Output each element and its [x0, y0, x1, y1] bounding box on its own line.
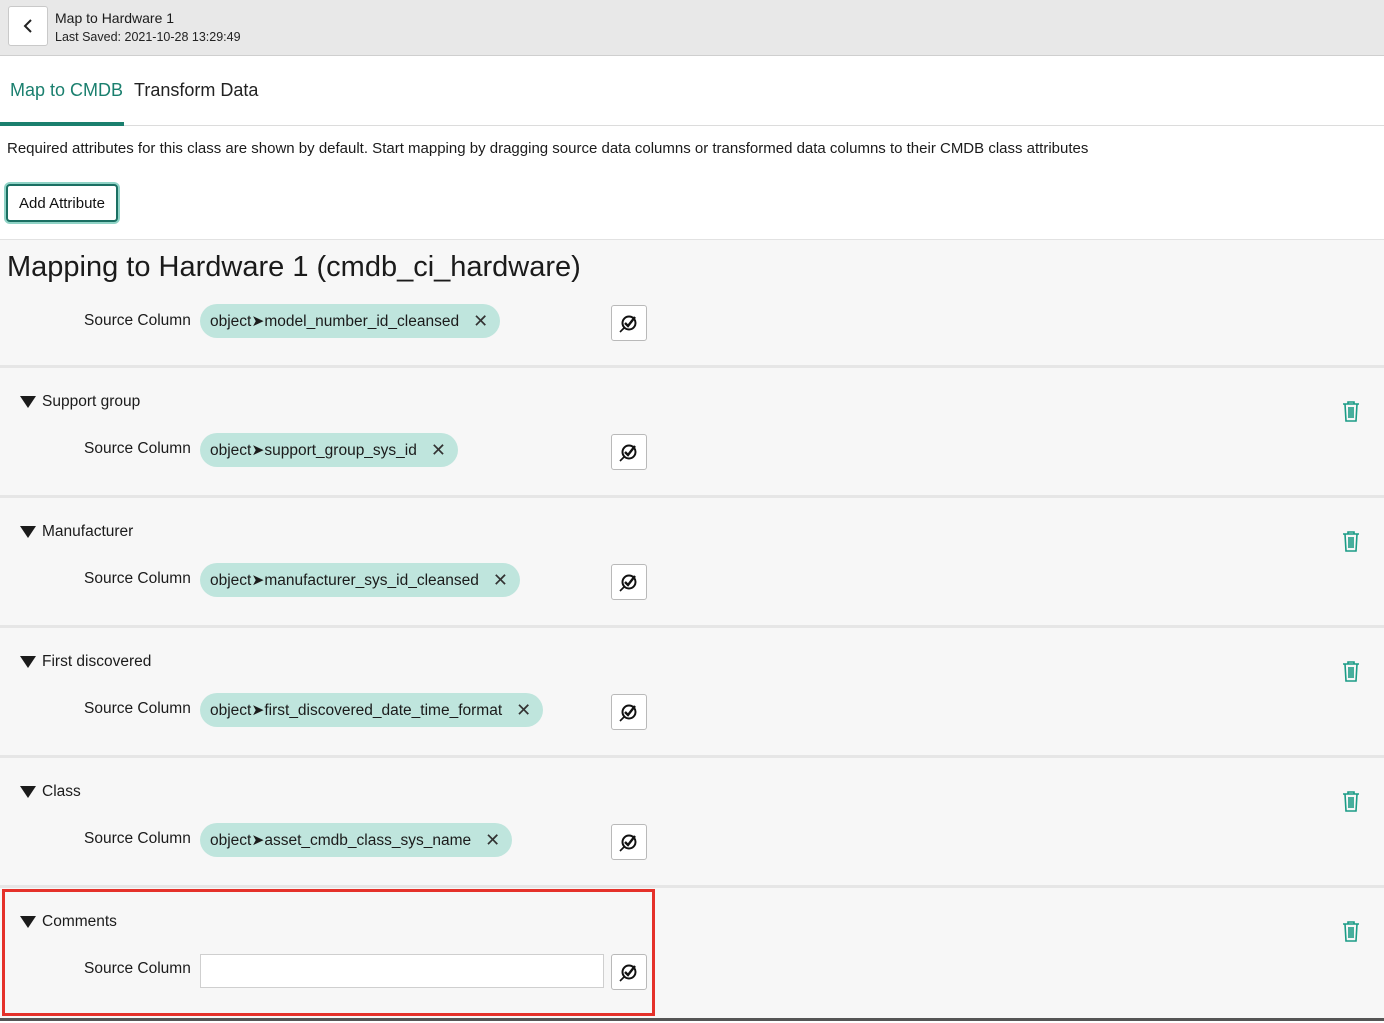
transform-map-icon — [619, 315, 637, 333]
source-column-chip[interactable]: object➤support_group_sys_id ✕ — [200, 433, 458, 467]
trash-icon[interactable] — [1341, 530, 1361, 552]
attribute-row: Source Column object➤model_number_id_cle… — [0, 300, 1384, 368]
collapse-triangle-icon[interactable] — [20, 526, 36, 538]
chip-value: object➤first_discovered_date_time_format — [210, 701, 503, 719]
bottom-divider — [0, 1018, 1384, 1021]
remove-x-icon[interactable]: ✕ — [485, 830, 500, 851]
source-column-chip[interactable]: object➤first_discovered_date_time_format… — [200, 693, 544, 727]
remove-x-icon[interactable]: ✕ — [431, 440, 446, 461]
collapse-triangle-icon[interactable] — [20, 916, 36, 928]
transform-map-icon — [619, 574, 637, 592]
trash-icon[interactable] — [1341, 660, 1361, 682]
add-attribute-button[interactable]: Add Attribute — [6, 184, 118, 222]
source-column-chip[interactable]: object➤manufacturer_sys_id_cleansed ✕ — [200, 563, 520, 597]
source-column-label: Source Column — [84, 700, 191, 717]
back-button[interactable] — [8, 6, 48, 46]
transform-map-button[interactable] — [611, 824, 647, 860]
transform-map-button[interactable] — [611, 305, 647, 341]
instruction-text: Required attributes for this class are s… — [7, 140, 1089, 157]
source-column-drop-field[interactable] — [200, 954, 604, 988]
source-column-label: Source Column — [84, 960, 191, 977]
source-column-label: Source Column — [84, 440, 191, 457]
transform-map-button[interactable] — [611, 434, 647, 470]
page-title: Map to Hardware 1 — [55, 10, 175, 26]
trash-icon[interactable] — [1341, 920, 1361, 942]
trash-icon[interactable] — [1341, 790, 1361, 812]
attribute-name: Manufacturer — [42, 523, 134, 540]
attribute-header[interactable]: First discovered — [20, 653, 151, 671]
section-title: Mapping to Hardware 1 (cmdb_ci_hardware) — [7, 251, 581, 283]
trash-icon[interactable] — [1341, 400, 1361, 422]
attribute-row: Class Source Column object➤asset_cmdb_cl… — [0, 758, 1384, 888]
mapping-section-header: Mapping to Hardware 1 (cmdb_ci_hardware) — [0, 239, 1384, 302]
source-column-label: Source Column — [84, 830, 191, 847]
transform-map-icon — [619, 444, 637, 462]
transform-map-button[interactable] — [611, 564, 647, 600]
transform-map-button[interactable] — [611, 694, 647, 730]
chip-value: object➤manufacturer_sys_id_cleansed — [210, 571, 479, 589]
chip-value: object➤asset_cmdb_class_sys_name — [210, 831, 472, 849]
attribute-header[interactable]: Class — [20, 783, 81, 801]
source-column-chip[interactable]: object➤asset_cmdb_class_sys_name ✕ — [200, 823, 513, 857]
attribute-name: Class — [42, 783, 81, 800]
attribute-row: Manufacturer Source Column object➤manufa… — [0, 498, 1384, 628]
source-column-chip[interactable]: object➤model_number_id_cleansed ✕ — [200, 304, 501, 338]
chip-value: object➤model_number_id_cleansed — [210, 312, 460, 330]
attribute-row: Comments Source Column — [0, 888, 1384, 1018]
remove-x-icon[interactable]: ✕ — [516, 700, 531, 721]
remove-x-icon[interactable]: ✕ — [493, 570, 508, 591]
attribute-header[interactable]: Comments — [20, 913, 117, 931]
attribute-row: First discovered Source Column object➤fi… — [0, 628, 1384, 758]
collapse-triangle-icon[interactable] — [20, 786, 36, 798]
tab-bar: Map to CMDB Transform Data — [0, 56, 1384, 126]
top-bar: Map to Hardware 1 Last Saved: 2021-10-28… — [0, 0, 1384, 56]
attribute-header[interactable]: Manufacturer — [20, 523, 133, 541]
last-saved-text: Last Saved: 2021-10-28 13:29:49 — [55, 30, 241, 44]
transform-map-button[interactable] — [611, 954, 647, 990]
transform-map-icon — [619, 964, 637, 982]
source-column-label: Source Column — [84, 312, 191, 329]
collapse-triangle-icon[interactable] — [20, 396, 36, 408]
collapse-triangle-icon[interactable] — [20, 656, 36, 668]
attribute-name: First discovered — [42, 653, 152, 670]
attribute-name: Support group — [42, 393, 141, 410]
tab-transform-data[interactable]: Transform Data — [134, 80, 258, 101]
attribute-row: Support group Source Column object➤suppo… — [0, 368, 1384, 498]
chevron-left-icon — [23, 19, 32, 33]
chip-value: object➤support_group_sys_id — [210, 441, 417, 459]
transform-map-icon — [619, 704, 637, 722]
tab-map-to-cmdb[interactable]: Map to CMDB — [10, 80, 123, 101]
source-column-label: Source Column — [84, 570, 191, 587]
active-tab-indicator — [0, 122, 124, 126]
attribute-name: Comments — [42, 913, 117, 930]
attribute-header[interactable]: Support group — [20, 393, 140, 411]
remove-x-icon[interactable]: ✕ — [473, 311, 488, 332]
transform-map-icon — [619, 834, 637, 852]
